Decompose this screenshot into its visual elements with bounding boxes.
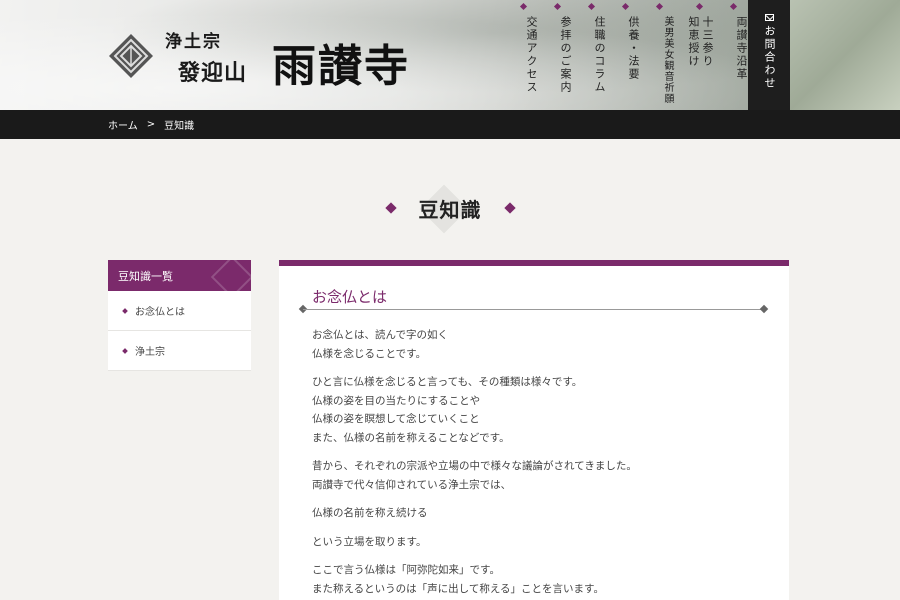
mail-icon	[764, 14, 774, 21]
breadcrumb-home-link[interactable]: ホーム	[108, 117, 138, 132]
article-title: お念仏とは	[312, 288, 388, 306]
article-line: また、仏様の名前を称えることなどです。	[312, 431, 510, 444]
nav-item-memorial-service[interactable]: 供養・法要	[606, 0, 640, 108]
article-line: また称えるというのは「声に出して称える」ことを言います。	[312, 582, 605, 595]
article-paragraph: お念仏とは、読んで字の如く 仏様を念じることです。	[312, 326, 762, 363]
article-panel: お念仏とは お念仏とは、読んで字の如く 仏様を念じることです。ひと言に仏様を念じる…	[279, 260, 789, 600]
nav-item-access[interactable]: 交通アクセス	[504, 0, 538, 108]
nav-item-kannon-prayer[interactable]: 美男美女観音祈願	[640, 0, 674, 108]
diamond-right-icon	[503, 202, 516, 214]
article-line: 仏様の姿を目の当たりにすることや	[312, 394, 481, 407]
nav-item-label: 住職のコラム	[593, 16, 606, 94]
article-paragraph: 仏様の名前を称え続ける	[312, 504, 762, 523]
nav-item-label: 美男美女観音祈願	[662, 16, 673, 104]
header-side-photo	[790, 0, 900, 110]
main-navigation: 両讃寺沿革 十三参り 知恵授け 美男美女観音祈願 供養・法要 住職のコラム 参拝…	[500, 0, 748, 108]
article-line: 両讃寺で代々信仰されている浄土宗では、	[312, 478, 512, 491]
site-header: 浄土宗 發迎山 雨讃寺 両讃寺沿革 十三参り 知恵授け 美男美女観音祈願 供養・…	[0, 0, 900, 110]
article-line: ここで言う仏様は「阿弥陀如来」です。	[312, 564, 500, 576]
nav-item-column[interactable]: 住職のコラム	[572, 0, 606, 108]
sidebar-bullet-icon	[122, 347, 128, 354]
article-line: 仏様の名前を称え続ける	[312, 507, 428, 519]
sidebar-heading-label: 豆知識一覧	[118, 269, 173, 283]
nav-item-history[interactable]: 両讃寺沿革	[714, 0, 748, 108]
sidebar-heading: 豆知識一覧	[108, 260, 251, 291]
temple-crest-icon[interactable]	[108, 33, 154, 79]
sidebar: 豆知識一覧 お念仏とは 浄土宗	[108, 260, 251, 371]
sidebar-bullet-icon	[122, 307, 128, 314]
logo-temple-name[interactable]: 雨讃寺	[272, 30, 410, 94]
page-title: 豆知識	[418, 197, 482, 222]
logo-sect-name[interactable]: 浄土宗	[165, 27, 222, 52]
nav-item-label: 両讃寺沿革	[735, 16, 748, 81]
sidebar-item-label: 浄土宗	[135, 347, 165, 358]
sidebar-item-nenbutsu[interactable]: お念仏とは	[108, 291, 251, 331]
contact-label: お問合わせ	[763, 25, 776, 90]
article-line: 仏様の姿を瞑想して念じていくこと	[312, 413, 480, 425]
nav-item-jusanmairi[interactable]: 十三参り 知恵授け	[674, 0, 714, 108]
sidebar-item-jodoshu[interactable]: 浄土宗	[108, 331, 251, 371]
article-line: 仏様を念じることです。	[312, 347, 427, 360]
breadcrumb-current: 豆知識	[164, 121, 195, 132]
article-paragraph: 昔から、それぞれの宗派や立場の中で様々な議論がされてきました。 両讃寺で代々信仰さ…	[312, 457, 762, 494]
article-body: お念仏とは、読んで字の如く 仏様を念じることです。ひと言に仏様を念じると言っても、…	[312, 326, 762, 600]
article-paragraph: ここで言う仏様は「阿弥陀如来」です。また称えるというのは「声に出して称える」こと…	[312, 561, 762, 600]
article-line: 昔から、それぞれの宗派や立場の中で様々な議論がされてきました。	[312, 460, 637, 472]
nav-item-label: 十三参り 知恵授け	[687, 16, 714, 68]
rule-right-diamond-icon	[759, 304, 769, 314]
sidebar-crest-watermark-icon	[210, 260, 251, 291]
nav-item-visit-guide[interactable]: 参拝のご案内	[538, 0, 572, 108]
title-divider	[303, 309, 765, 310]
contact-button[interactable]: お問合わせ	[748, 0, 790, 110]
sidebar-item-label: お念仏とは	[135, 307, 185, 318]
nav-item-label: 交通アクセス	[525, 16, 538, 94]
article-line: ひと言に仏様を念じると言っても、その種類は様々です。	[312, 376, 583, 388]
article-paragraph: という立場を取ります。	[312, 533, 762, 552]
article-line: という立場を取ります。	[312, 535, 427, 548]
breadcrumb: ホーム > 豆知識	[0, 110, 900, 139]
page-heading: 豆知識	[0, 180, 900, 236]
diamond-left-icon	[384, 202, 397, 214]
nav-item-label: 参拝のご案内	[559, 16, 572, 94]
nav-item-label: 供養・法要	[627, 16, 640, 81]
logo-mountain-name[interactable]: 發迎山	[178, 55, 247, 87]
article-paragraph: ひと言に仏様を念じると言っても、その種類は様々です。 仏様の姿を目の当たりにするこ…	[312, 373, 762, 447]
article-line: お念仏とは、読んで字の如く	[312, 329, 448, 341]
breadcrumb-separator: >	[146, 119, 156, 130]
